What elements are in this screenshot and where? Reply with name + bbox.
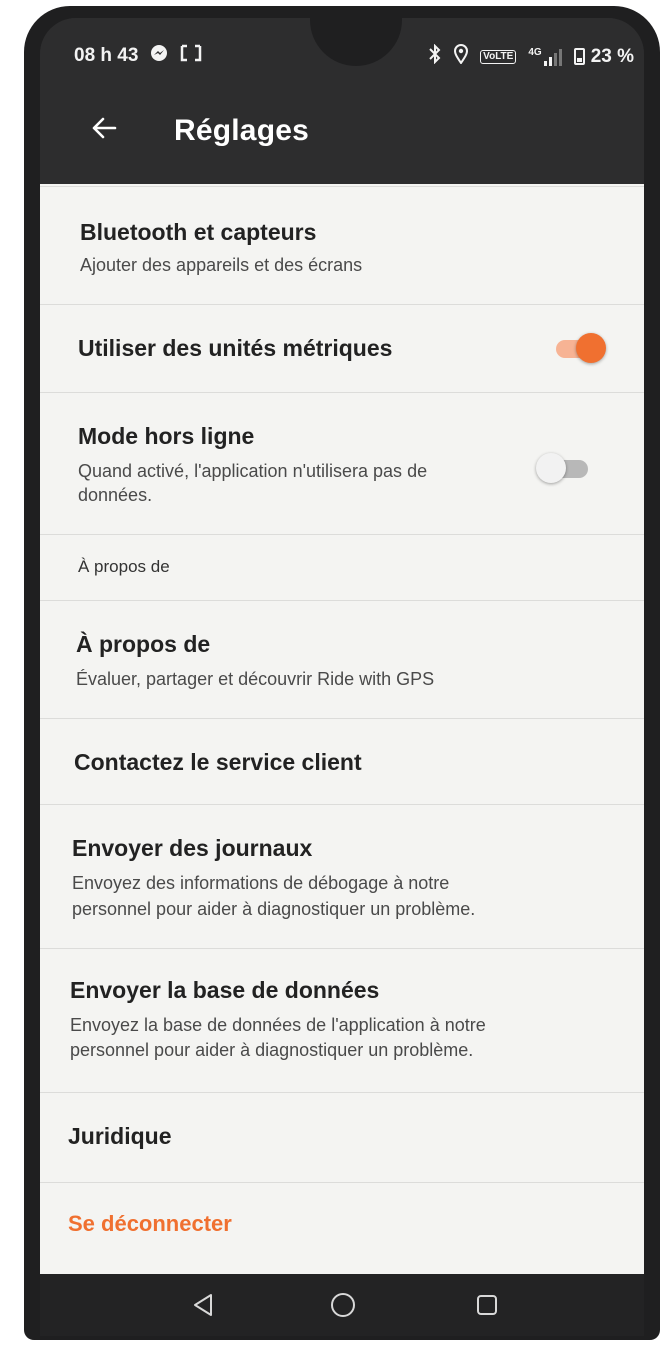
signal-icon [543,48,562,66]
triangle-back-icon [194,1294,212,1316]
app-bar: Réglages [40,82,644,184]
setting-title: À propos de [76,631,211,657]
setting-title: Mode hors ligne [78,423,255,449]
setting-title: Utiliser des unités métriques [78,335,393,361]
camera-notch [310,18,402,66]
setting-title: Juridique [68,1123,172,1149]
setting-subtitle: personnel pour aider à diagnostiquer un … [70,1040,474,1060]
setting-legal[interactable]: Juridique [40,1092,644,1182]
setting-subtitle: Évaluer, partager et découvrir Ride with… [76,669,435,689]
back-button[interactable] [82,106,126,150]
nav-home-button[interactable] [326,1288,360,1322]
battery-icon [573,48,585,65]
nav-recents-button[interactable] [470,1288,504,1322]
logout-button[interactable]: Se déconnecter [40,1182,644,1274]
setting-title: Envoyer la base de données [70,977,380,1003]
network-type: 4G [528,46,542,58]
messenger-icon [150,44,168,67]
status-bar: 08 h 43 VoLTE 4G 23 % [40,18,644,82]
screenshot-icon [180,44,202,67]
section-title: À propos de [78,557,170,576]
setting-contact[interactable]: Contactez le service client [40,718,644,804]
setting-bluetooth[interactable]: Bluetooth et capteurs Ajouter des appare… [40,186,644,306]
setting-send-database[interactable]: Envoyer la base de données Envoyez la ba… [40,948,644,1092]
setting-subtitle: Ajouter des appareils et des écrans [80,255,363,275]
setting-subtitle: Quand activé, l'application n'utilisera … [78,461,428,481]
volte-badge: VoLTE [480,49,517,64]
offline-mode-toggle[interactable] [536,451,594,485]
status-time: 08 h 43 [74,44,139,66]
system-nav-bar [40,1274,644,1336]
settings-list: Bluetooth et capteurs Ajouter des appare… [40,184,644,1274]
setting-metric-units[interactable]: Utiliser des unités métriques [40,304,644,392]
bluetooth-icon [428,43,442,69]
setting-subtitle: données. [78,485,153,505]
location-icon [454,44,469,69]
phone-frame: 08 h 43 VoLTE 4G 23 % Réglages Bluetooth… [24,6,660,1340]
setting-title: Envoyer des journaux [72,835,313,861]
nav-back-button[interactable] [186,1288,220,1322]
setting-about[interactable]: À propos de Évaluer, partager et découvr… [40,600,644,718]
logout-label: Se déconnecter [68,1211,232,1236]
circle-home-icon [331,1293,355,1317]
setting-subtitle: personnel pour aider à diagnostiquer un … [72,899,476,919]
setting-send-logs[interactable]: Envoyer des journaux Envoyez des informa… [40,804,644,948]
setting-subtitle: Envoyez des informations de débogage à n… [72,873,450,893]
setting-title: Contactez le service client [74,749,362,775]
battery-level: 23 % [590,45,634,67]
setting-title: Bluetooth et capteurs [80,219,317,245]
screen: 08 h 43 VoLTE 4G 23 % Réglages Bluetooth… [40,18,644,1336]
page-title: Réglages [174,114,309,147]
arrow-left-icon [92,117,117,139]
setting-subtitle: Envoyez la base de données de l'applicat… [70,1015,486,1035]
section-header-about: À propos de [40,534,644,600]
metric-units-toggle[interactable] [552,331,610,365]
setting-offline-mode[interactable]: Mode hors ligne Quand activé, l'applicat… [40,392,644,534]
square-recents-icon [477,1295,497,1315]
